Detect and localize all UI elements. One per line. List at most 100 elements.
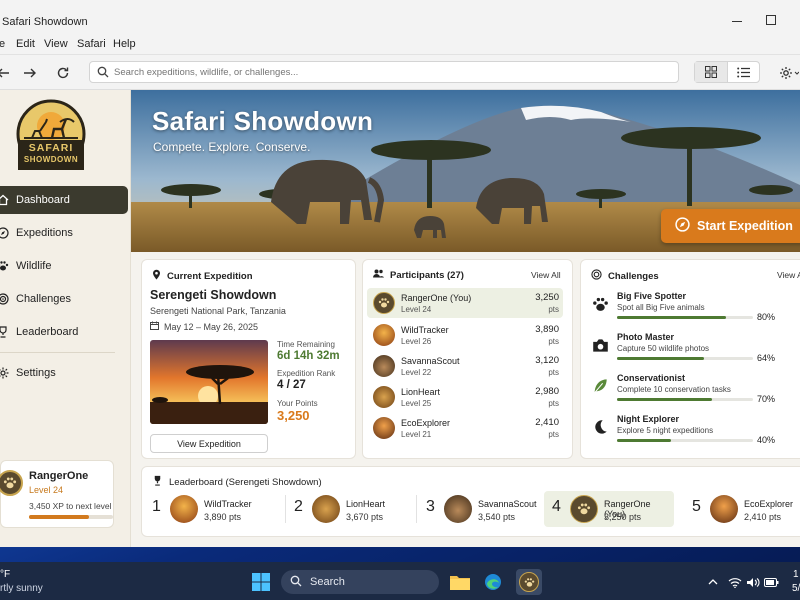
your-points-label: Your Points (277, 399, 318, 408)
menu-view[interactable]: View (44, 38, 68, 50)
participants-card: Participants (27) View All RangerOne (Yo… (362, 259, 573, 459)
challenge-progress-text: 70% (757, 394, 776, 404)
leaderboard-name: WildTracker (204, 499, 252, 509)
time-remaining-label: Time Remaining (277, 340, 335, 349)
participant-row[interactable]: LionHeart Level 25 2,980 pts (367, 382, 563, 412)
view-expedition-button[interactable]: View Expedition (150, 434, 268, 453)
leaderboard-name: EcoExplorer (744, 499, 794, 509)
minimize-button[interactable] (731, 14, 745, 28)
target-icon (0, 293, 10, 305)
xp-progress-bar (29, 515, 113, 519)
location-pin-icon (152, 269, 161, 283)
sidebar-item-expeditions[interactable]: Expeditions (0, 219, 128, 247)
start-expedition-button[interactable]: Start Expedition (661, 209, 800, 243)
grid-view-icon[interactable] (695, 62, 728, 82)
participant-name: LionHeart (401, 387, 441, 397)
sidebar-item-settings[interactable]: Settings (0, 359, 128, 387)
volume-icon[interactable] (745, 569, 761, 595)
participant-row[interactable]: EcoExplorer Level 21 2,410 pts (367, 413, 563, 443)
avatar (0, 470, 23, 496)
participant-name: EcoExplorer (401, 418, 451, 428)
challenge-progress-bar (617, 316, 753, 319)
search-bar[interactable] (89, 61, 679, 83)
challenges-view-all-link[interactable]: View A (777, 270, 800, 280)
challenge-item[interactable]: Big Five Spotter Spot all Big Five anima… (589, 291, 800, 329)
leaderboard-entry[interactable]: 5 EcoExplorer 2,410 pts (684, 491, 800, 527)
maximize-button[interactable] (765, 14, 779, 28)
camera-icon (589, 334, 611, 356)
battery-icon[interactable] (763, 569, 779, 595)
gear-icon (0, 367, 10, 379)
xp-progress-fill (29, 515, 90, 519)
expedition-location: Serengeti National Park, Tanzania (150, 306, 286, 316)
leaderboard-entry-current-user[interactable]: 4 RangerOne (You) 3,250 pts (544, 491, 674, 527)
menu-edit[interactable]: Edit (16, 38, 35, 50)
window-title: Safari Showdown (2, 16, 88, 28)
list-view-icon[interactable] (728, 62, 760, 82)
sidebar-item-challenges[interactable]: Challenges (0, 285, 128, 313)
forward-arrow-icon[interactable] (21, 64, 39, 82)
toolbar (0, 54, 800, 90)
challenge-name: Photo Master (617, 332, 675, 342)
weather-temperature[interactable]: °F (0, 569, 10, 580)
avatar (373, 355, 395, 377)
start-expedition-label: Start Expedition (697, 219, 793, 233)
taskbar-search[interactable]: Search (281, 570, 439, 594)
participant-level: Level 21 (401, 430, 432, 439)
leaderboard-points: 3,670 pts (346, 512, 384, 522)
leaderboard-entry[interactable]: 1 WildTracker 3,890 pts (144, 491, 274, 527)
menu-safari[interactable]: Safari (77, 38, 106, 50)
trophy-icon (0, 326, 10, 338)
challenge-name: Big Five Spotter (617, 291, 687, 301)
settings-gear-icon[interactable] (777, 64, 800, 82)
compass-icon (675, 217, 690, 235)
view-toggle (694, 61, 760, 83)
participants-view-all-link[interactable]: View All (531, 270, 561, 280)
leaderboard-entry[interactable]: 2 LionHeart 3,670 pts (286, 491, 416, 527)
challenge-item[interactable]: Night Explorer Explore 5 night expeditio… (589, 414, 800, 452)
menu-file[interactable]: e (0, 38, 5, 50)
participant-points-unit: pts (548, 305, 559, 314)
leaderboard-entry[interactable]: 3 SavannaScout 3,540 pts (418, 491, 548, 527)
sidebar-item-leaderboard[interactable]: Leaderboard (0, 318, 128, 346)
logo-text-safari: SAFARI (28, 142, 74, 154)
participant-row[interactable]: SavannaScout Level 22 3,120 pts (367, 351, 563, 381)
paw-icon (3, 477, 17, 489)
sidebar-item-label: Wildlife (16, 260, 52, 272)
leaf-icon (589, 375, 611, 397)
calendar-icon (150, 321, 159, 332)
app-logo[interactable]: SAFARI SHOWDOWN (16, 98, 86, 172)
leaderboard-points: 3,250 pts (604, 512, 642, 522)
challenge-description: Spot all Big Five animals (617, 303, 705, 312)
card-title: Current Expedition (167, 270, 253, 282)
refresh-icon[interactable] (54, 64, 72, 82)
participant-row[interactable]: WildTracker Level 26 3,890 pts (367, 320, 563, 350)
sidebar-item-dashboard[interactable]: Dashboard (0, 186, 128, 214)
windows-start-icon[interactable] (248, 569, 274, 595)
clock-date[interactable]: 5/ (792, 583, 800, 594)
sidebar-item-wildlife[interactable]: Wildlife (0, 252, 128, 280)
weather-description[interactable]: rtly sunny (0, 583, 43, 594)
avatar (710, 495, 738, 523)
file-explorer-icon[interactable] (447, 569, 473, 595)
search-input[interactable] (114, 64, 674, 80)
safari-showdown-app-icon[interactable] (516, 569, 542, 595)
avatar (570, 495, 598, 523)
expedition-dates: May 12 – May 26, 2025 (150, 321, 258, 332)
sidebar-item-label: Challenges (16, 293, 72, 305)
menu-help[interactable]: Help (113, 38, 136, 50)
challenge-item[interactable]: Conservationist Complete 10 conservation… (589, 373, 800, 411)
edge-browser-icon[interactable] (480, 569, 506, 595)
challenge-item[interactable]: Photo Master Capture 50 wildlife photos … (589, 332, 800, 370)
participant-level: Level 24 (401, 305, 432, 314)
clock-time[interactable]: 1 (793, 569, 799, 580)
participant-points: 3,890 (535, 324, 559, 335)
participant-row[interactable]: RangerOne (You) Level 24 3,250 pts (367, 288, 563, 318)
back-arrow-icon[interactable] (0, 64, 12, 82)
participant-points: 3,120 (535, 355, 559, 366)
leaderboard-rank: 3 (426, 498, 435, 515)
chevron-up-icon[interactable] (705, 569, 721, 595)
wifi-icon[interactable] (727, 569, 743, 595)
your-points-value: 3,250 (277, 408, 310, 423)
user-profile-card[interactable]: RangerOne Level 24 3,450 XP to next leve… (0, 460, 114, 528)
